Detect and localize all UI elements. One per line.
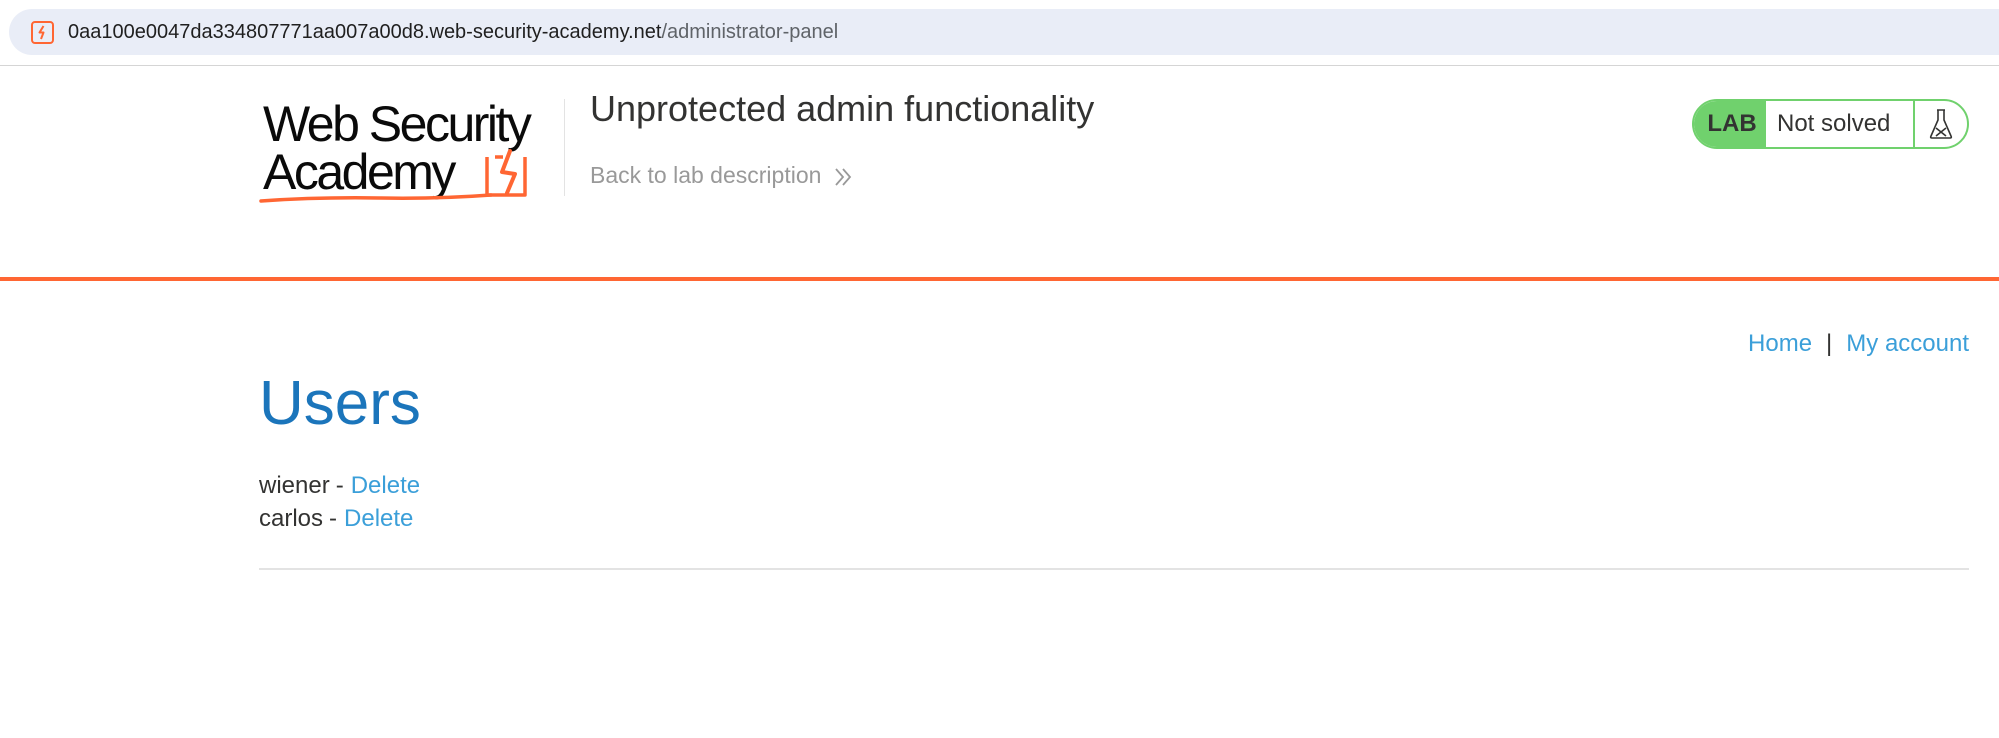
browser-chrome: 0aa100e0047da334807771aa007a00d8.web-sec… <box>0 0 1999 66</box>
user-separator: - <box>329 505 338 532</box>
lightning-bolt-icon <box>30 20 55 45</box>
delete-carlos-link[interactable]: Delete <box>344 505 413 532</box>
lab-title: Unprotected admin functionality <box>590 88 1095 129</box>
logo-text-line2: Academy <box>263 144 456 200</box>
lab-status-text: Not solved <box>1777 110 1891 137</box>
nav-separator: | <box>1826 330 1833 357</box>
lab-badge: LAB <box>1694 101 1766 147</box>
logo-divider <box>564 99 565 196</box>
flask-icon[interactable] <box>1913 101 1967 147</box>
page-title: Users <box>259 369 421 438</box>
user-separator: - <box>335 472 344 499</box>
delete-wiener-link[interactable]: Delete <box>351 472 420 499</box>
address-bar[interactable]: 0aa100e0047da334807771aa007a00d8.web-sec… <box>9 9 1999 55</box>
user-row-carlos: carlos - Delete <box>259 502 420 535</box>
user-row-wiener: wiener - Delete <box>259 469 420 502</box>
top-navigation: Home | My account <box>1748 329 1969 359</box>
back-link-label: Back to lab description <box>590 162 822 188</box>
back-to-lab-description-link[interactable]: Back to lab description <box>590 161 853 189</box>
user-list: wiener - Delete carlos - Delete <box>259 469 420 535</box>
lab-status-widget: LAB Not solved <box>1692 99 1969 149</box>
home-link[interactable]: Home <box>1748 329 1812 359</box>
username: carlos <box>259 505 324 532</box>
content-divider <box>259 568 1969 570</box>
url-text[interactable]: 0aa100e0047da334807771aa007a00d8.web-sec… <box>68 21 838 43</box>
lab-header: Web Security Academy Unprotected admin f… <box>0 67 1999 281</box>
username: wiener <box>259 472 330 499</box>
web-security-academy-logo[interactable]: Web Security Academy <box>259 96 560 205</box>
double-chevron-right-icon <box>833 165 853 186</box>
url-path: /administrator-panel <box>661 21 839 43</box>
my-account-link[interactable]: My account <box>1846 329 1969 359</box>
url-host: 0aa100e0047da334807771aa007a00d8.web-sec… <box>68 21 662 43</box>
